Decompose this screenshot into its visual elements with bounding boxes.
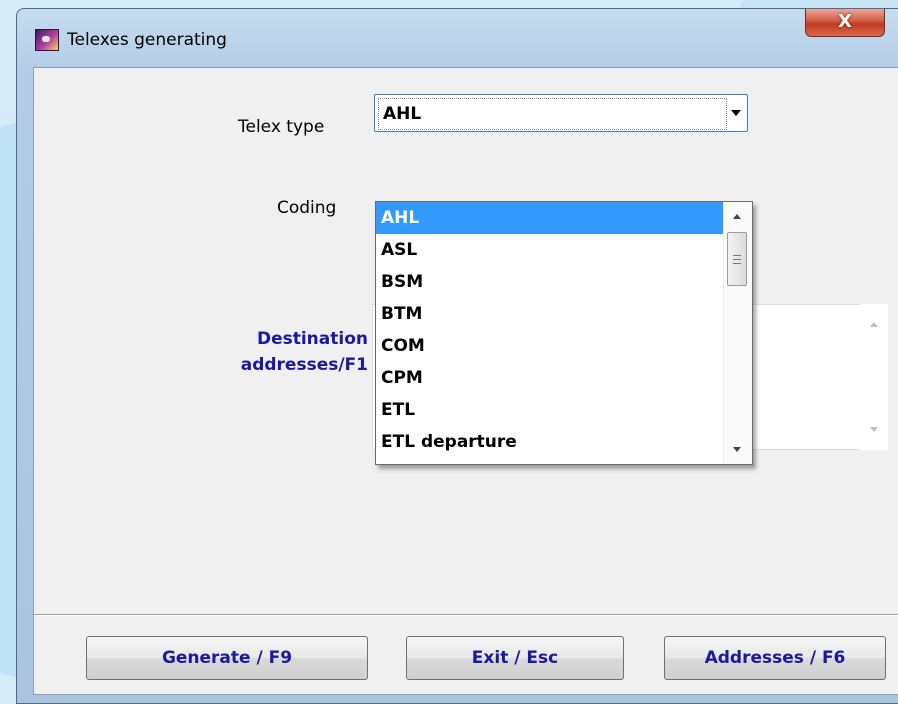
telex-type-dropdown-list[interactable]: AHL ASL BSM BTM COM CPM ETL ETL departur…	[375, 201, 753, 465]
app-icon	[35, 29, 59, 51]
title-bar: Telexes generating X	[17, 9, 898, 67]
dropdown-option[interactable]: ETL departure	[376, 426, 724, 458]
destination-label: Destination addresses/F1	[134, 326, 368, 378]
generate-button[interactable]: Generate / F9	[86, 636, 368, 680]
close-button[interactable]: X	[805, 9, 885, 37]
dropdown-scrollbar[interactable]	[723, 202, 752, 464]
dropdown-option[interactable]: COM	[376, 330, 724, 362]
dropdown-option[interactable]: BSM	[376, 266, 724, 298]
dialog-body: Telex type AHL Coding Destination addres…	[33, 67, 898, 695]
dropdown-option[interactable]: CPM	[376, 362, 724, 394]
coding-label: Coding	[277, 198, 337, 218]
scroll-down-icon[interactable]	[733, 447, 741, 452]
destination-label-line2: addresses/F1	[240, 355, 368, 375]
chevron-down-icon[interactable]	[731, 110, 741, 116]
scroll-up-icon[interactable]	[733, 214, 741, 219]
scroll-thumb[interactable]	[727, 232, 747, 286]
telex-type-label: Telex type	[238, 117, 325, 137]
telex-type-value: AHL	[378, 98, 727, 130]
destination-label-line1: Destination	[256, 329, 368, 349]
dropdown-option[interactable]: BTM	[376, 298, 724, 330]
telexes-window: Telexes generating X Telex type AHL Codi…	[16, 8, 898, 704]
addresses-button[interactable]: Addresses / F6	[664, 636, 886, 680]
telex-type-combo[interactable]: AHL	[374, 94, 748, 132]
dropdown-option[interactable]: ETL	[376, 394, 724, 426]
exit-button[interactable]: Exit / Esc	[406, 636, 624, 680]
window-title: Telexes generating	[67, 30, 227, 50]
dropdown-options: AHL ASL BSM BTM COM CPM ETL ETL departur…	[376, 202, 724, 458]
divider	[34, 614, 898, 616]
dropdown-option[interactable]: AHL	[376, 202, 724, 234]
dropdown-option[interactable]: ASL	[376, 234, 724, 266]
